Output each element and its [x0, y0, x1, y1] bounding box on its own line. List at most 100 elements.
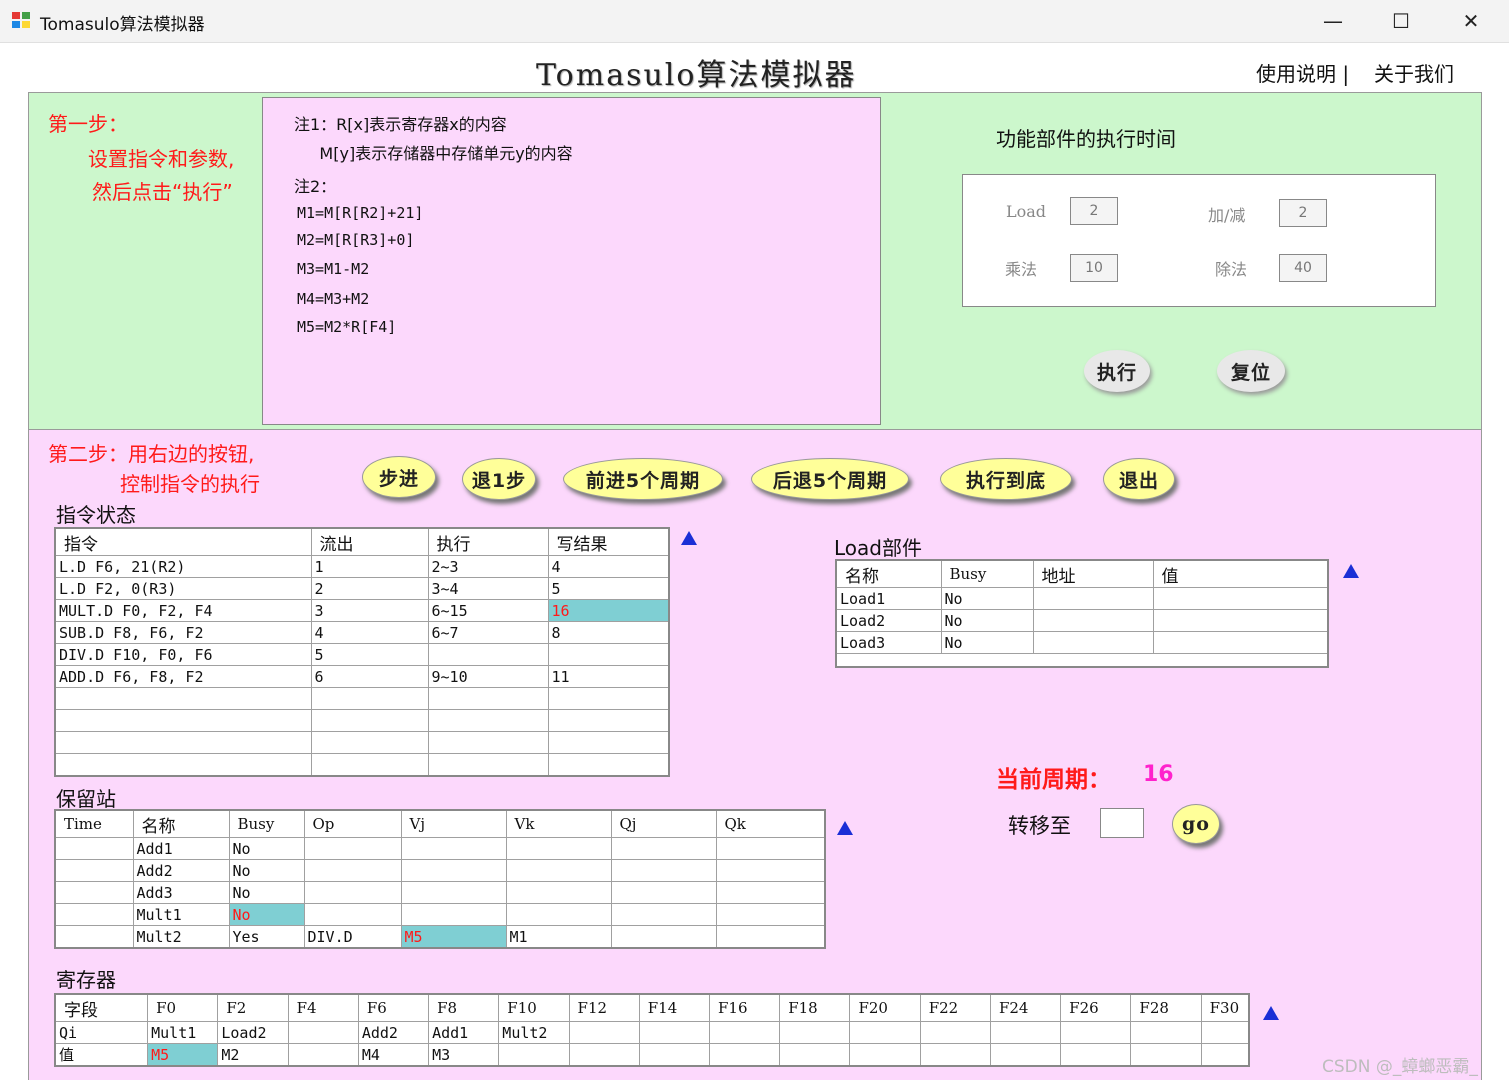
- run-to-end-button[interactable]: 执行到底: [940, 458, 1072, 500]
- table-row[interactable]: [54, 687, 670, 710]
- goto-cycle-input[interactable]: [1100, 808, 1144, 838]
- col-header: 流出: [310, 527, 429, 556]
- window-title: Tomasulo算法模拟器: [40, 15, 205, 35]
- note-line: M[y]表示存储器中存储单元y的内容: [294, 144, 573, 163]
- cell: [568, 1043, 640, 1067]
- scroll-up-icon[interactable]: [1343, 564, 1359, 578]
- col-header: F6: [357, 993, 430, 1022]
- step1-instruction-2: 然后点击“执行”: [92, 180, 233, 204]
- table-row[interactable]: Qi Mult1 Load2 Add2 Add1 Mult2: [54, 1021, 1250, 1044]
- reservation-table: Time 名称 Busy Op Vj Vk Qj Qk Add1 No Add2 N…: [54, 809, 826, 949]
- table-row[interactable]: L.D F2, 0(R3) 2 3~4 5: [54, 577, 670, 600]
- div-time-input[interactable]: 40: [1279, 254, 1327, 282]
- col-header: F30: [1200, 993, 1250, 1022]
- cell: [638, 1021, 711, 1044]
- back-one-button[interactable]: 退1步: [462, 458, 536, 500]
- table-row[interactable]: Load1 No: [835, 587, 1329, 610]
- forward-5-button[interactable]: 前进5个周期: [563, 458, 723, 500]
- cell: No: [228, 859, 305, 882]
- table-row[interactable]: [54, 731, 670, 754]
- scroll-up-icon[interactable]: [837, 821, 853, 835]
- col-header: 地址: [1032, 559, 1154, 588]
- close-icon[interactable]: ✕: [1436, 0, 1506, 42]
- cell: [715, 925, 826, 949]
- highlighted-cell: M5: [147, 1043, 219, 1067]
- note-line: 注2：: [294, 177, 337, 196]
- registers-title: 寄存器: [56, 968, 116, 992]
- cell: 5: [310, 643, 429, 666]
- table-row[interactable]: SUB.D F8, F6, F2 4 6~7 8: [54, 621, 670, 644]
- table-row[interactable]: Add3 No: [54, 881, 826, 904]
- table-row[interactable]: Load3 No: [835, 631, 1329, 654]
- table-row[interactable]: L.D F6, 21(R2) 1 2~3 4: [54, 555, 670, 578]
- instr-status-title: 指令状态: [56, 503, 136, 527]
- mul-time-input[interactable]: 10: [1070, 254, 1118, 282]
- cell: [54, 903, 134, 926]
- col-header: F2: [217, 993, 289, 1022]
- col-header: Busy: [940, 559, 1034, 588]
- table-row[interactable]: Add2 No: [54, 859, 826, 882]
- add-time-input[interactable]: 2: [1279, 199, 1327, 227]
- load-time-input[interactable]: 2: [1070, 197, 1118, 225]
- cell: [287, 1043, 359, 1067]
- col-header: Busy: [228, 809, 305, 838]
- maximize-icon[interactable]: ☐: [1366, 0, 1436, 42]
- table-row[interactable]: ADD.D F6, F8, F2 6 9~10 11: [54, 665, 670, 688]
- cell: [400, 837, 507, 860]
- add-time-label: 加/减: [1208, 206, 1246, 225]
- table-row[interactable]: [54, 709, 670, 732]
- cell: [610, 925, 717, 949]
- cell: [54, 859, 134, 882]
- app-title: Tomasulo算法模拟器: [536, 58, 857, 93]
- help-link[interactable]: 使用说明 |: [1256, 58, 1349, 87]
- cell: [1130, 1021, 1202, 1044]
- cell: 6~7: [427, 621, 549, 644]
- table-row[interactable]: Add1 No: [54, 837, 826, 860]
- col-header: 执行: [427, 527, 549, 556]
- minimize-icon[interactable]: —: [1298, 0, 1368, 42]
- cell: [303, 881, 402, 904]
- exit-button[interactable]: 退出: [1103, 458, 1175, 500]
- registers-table: 字段 F0 F2 F4 F6 F8 F10 F12 F14 F16 F18 F2…: [54, 993, 1250, 1067]
- reset-button[interactable]: 复位: [1217, 350, 1285, 392]
- cell: [505, 903, 612, 926]
- cell: [54, 687, 312, 710]
- table-header-row: 指令 流出 执行 写结果: [54, 527, 670, 556]
- table-filler: [836, 653, 1328, 667]
- cell: [610, 859, 717, 882]
- run-button[interactable]: 执行: [1084, 350, 1150, 392]
- cell: MULT.D F0, F2, F4: [54, 599, 312, 622]
- scroll-up-icon[interactable]: [681, 531, 697, 545]
- cell: [779, 1043, 851, 1067]
- cell: Load2: [217, 1021, 289, 1044]
- table-row[interactable]: Load2 No: [835, 609, 1329, 632]
- table-row[interactable]: 值 M5 M2 M4 M3: [54, 1043, 1250, 1067]
- cell: 8: [547, 621, 670, 644]
- cell: [1152, 631, 1329, 654]
- cell: L.D F2, 0(R3): [54, 577, 312, 600]
- cell: [708, 1021, 781, 1044]
- note-line: M4=M3+M2: [297, 290, 370, 308]
- go-button[interactable]: go: [1172, 804, 1220, 844]
- cell: [505, 881, 612, 904]
- about-link[interactable]: 关于我们: [1374, 58, 1454, 87]
- table-row[interactable]: DIV.D F10, F0, F6 5: [54, 643, 670, 666]
- table-row[interactable]: Mult1 No: [54, 903, 826, 926]
- cell: [54, 925, 134, 949]
- step-button[interactable]: 步进: [362, 456, 436, 498]
- scroll-up-icon[interactable]: [1263, 1006, 1279, 1020]
- table-row[interactable]: MULT.D F0, F2, F4 3 6~15 16: [54, 599, 670, 622]
- table-row: [836, 653, 1328, 667]
- col-header: F20: [849, 993, 921, 1022]
- step1-instruction-1: 设置指令和参数,: [88, 147, 235, 171]
- cell: Load2: [835, 609, 942, 632]
- cell: [708, 1043, 781, 1067]
- cell: [54, 709, 312, 732]
- cell: [54, 731, 312, 754]
- cell: M1: [505, 925, 612, 949]
- back-5-button[interactable]: 后退5个周期: [751, 458, 909, 500]
- cell: [427, 709, 549, 732]
- table-row[interactable]: Mult2 Yes DIV.D M5 M1: [54, 925, 826, 949]
- table-row[interactable]: [54, 753, 670, 777]
- cell: M2: [217, 1043, 289, 1067]
